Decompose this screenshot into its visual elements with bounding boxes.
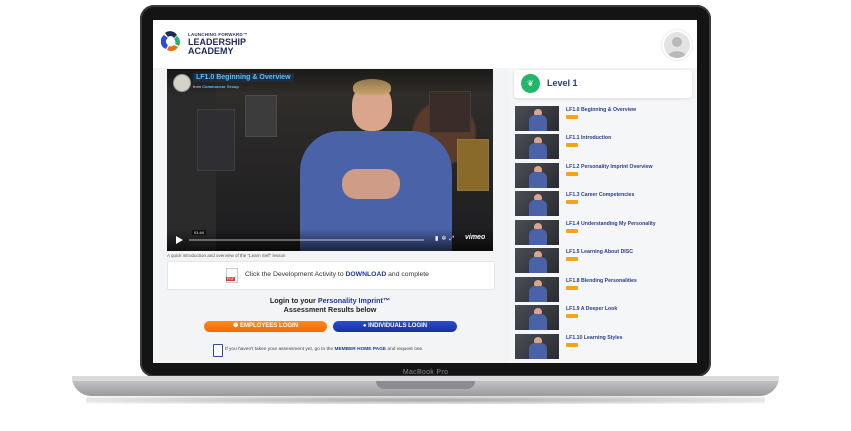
- lesson-thumbnail[interactable]: [515, 134, 559, 159]
- device-brand-label: MacBook Pro: [402, 369, 449, 376]
- lesson-title[interactable]: LF1.10 Learning Styles: [566, 335, 623, 341]
- lesson-title[interactable]: LF1.9 A Deeper Look: [566, 306, 617, 312]
- lesson-title[interactable]: LF1.1 Introduction: [566, 135, 611, 141]
- lesson-title[interactable]: LF1.4 Understanding My Personality: [566, 221, 656, 227]
- lesson-thumbnail[interactable]: [515, 220, 559, 245]
- lesson-thumbnail[interactable]: [515, 305, 559, 330]
- lesson-status-tag: [566, 314, 578, 318]
- lesson-item[interactable]: LF1.2 Personality Imprint Overview: [514, 163, 692, 188]
- lesson-item[interactable]: LF1.8 Blending Personalities: [514, 277, 692, 302]
- lesson-item[interactable]: LF1.1 Introduction: [514, 134, 692, 159]
- lesson-item[interactable]: LF1.3 Career Competencies: [514, 191, 692, 216]
- lesson-item[interactable]: LF1.5 Learning About DISC: [514, 248, 692, 273]
- lesson-status-tag: [566, 172, 578, 176]
- lesson-thumbnail[interactable]: [515, 248, 559, 273]
- lesson-title[interactable]: LF1.5 Learning About DISC: [566, 249, 633, 255]
- lesson-thumbnail[interactable]: [515, 277, 559, 302]
- lesson-thumbnail[interactable]: [515, 334, 559, 359]
- lesson-title[interactable]: LF1.0 Beginning & Overview: [566, 107, 636, 113]
- lesson-status-tag: [566, 286, 578, 290]
- lesson-status-tag: [566, 143, 578, 147]
- lesson-thumbnail[interactable]: [515, 106, 559, 131]
- lesson-title[interactable]: LF1.8 Blending Personalities: [566, 278, 637, 284]
- lesson-item[interactable]: LF1.0 Beginning & Overview: [514, 106, 692, 131]
- lesson-thumbnail[interactable]: [515, 191, 559, 216]
- lesson-sidebar-layer: ❦ Level 1 LF1.0 Beginning & Overview LF1…: [153, 20, 697, 363]
- lesson-title[interactable]: LF1.3 Career Competencies: [566, 192, 634, 198]
- lesson-status-tag: [566, 229, 578, 233]
- lesson-item[interactable]: LF1.4 Understanding My Personality: [514, 220, 692, 245]
- lesson-status-tag: [566, 257, 578, 261]
- level-leaf-icon: ❦: [521, 74, 540, 93]
- lesson-item[interactable]: LF1.10 Learning Styles: [514, 334, 692, 359]
- lesson-status-tag: [566, 200, 578, 204]
- lesson-thumbnail[interactable]: [515, 163, 559, 188]
- laptop-notch: [376, 381, 475, 389]
- level-title: Level 1: [547, 78, 578, 88]
- lesson-status-tag: [566, 343, 578, 347]
- level-card[interactable]: ❦ Level 1: [514, 70, 692, 98]
- laptop-shadow: [86, 396, 765, 404]
- lesson-title[interactable]: LF1.2 Personality Imprint Overview: [566, 164, 653, 170]
- lesson-status-tag: [566, 115, 578, 119]
- lesson-item[interactable]: LF1.9 A Deeper Look: [514, 305, 692, 330]
